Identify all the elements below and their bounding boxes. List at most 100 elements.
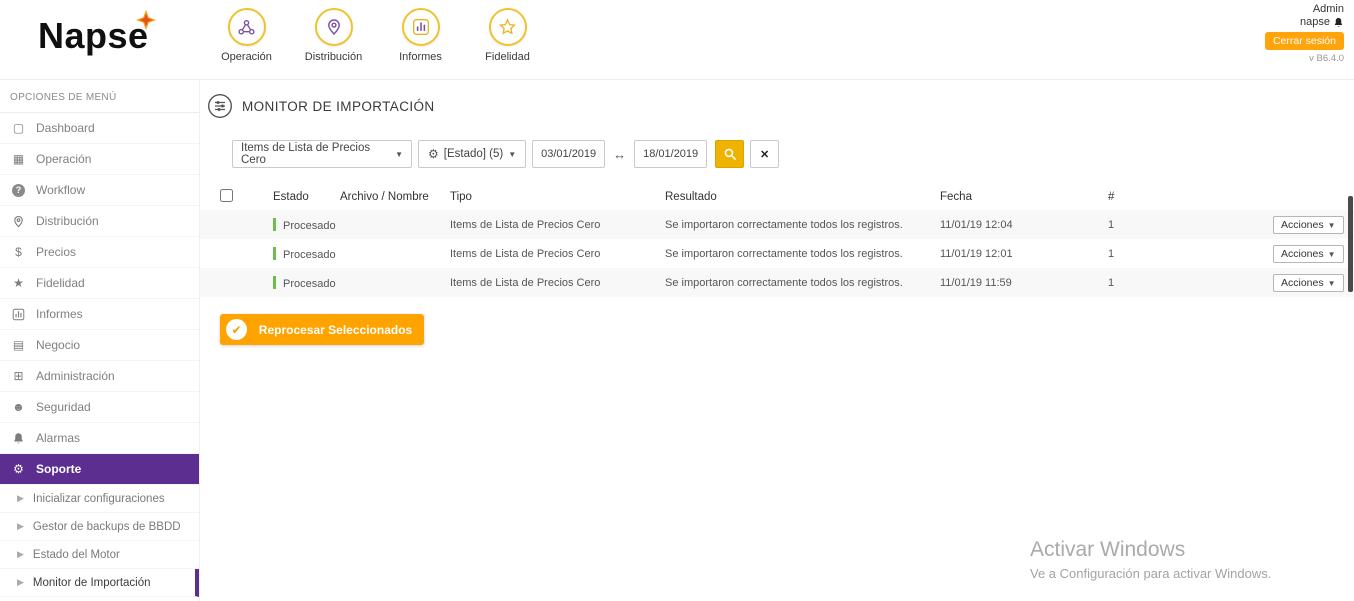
estado-cell: Procesado <box>273 247 340 261</box>
napse-logo[interactable]: Napse <box>38 18 171 54</box>
sidebar-item-label: Fidelidad <box>36 276 85 290</box>
user-name: Admin <box>1265 3 1344 15</box>
column-header-archivo: Archivo / Nombre <box>340 191 450 203</box>
sidebar-item-workflow[interactable]: ? Workflow <box>0 175 199 206</box>
import-table: Estado Archivo / Nombre Tipo Resultado F… <box>200 184 1354 297</box>
resultado-cell: Se importaron correctamente todos los re… <box>665 219 940 231</box>
sidebar-item-dashboard[interactable]: ▢ Dashboard <box>0 113 199 144</box>
sidebar-item-label: Administración <box>36 369 115 383</box>
check-circle-icon: ✔ <box>226 319 247 340</box>
sidebar-title: OPCIONES DE MENÚ <box>0 80 199 113</box>
page-title-row: MONITOR DE IMPORTACIÓN <box>207 93 1354 119</box>
acciones-button[interactable]: Acciones▼ <box>1273 216 1344 234</box>
sidebar: OPCIONES DE MENÚ ▢ Dashboard ▦ Operación… <box>0 80 200 601</box>
tipo-cell: Items de Lista de Precios Cero <box>450 219 665 231</box>
acciones-button[interactable]: Acciones▼ <box>1273 245 1344 263</box>
clear-filters-button[interactable]: ✕ <box>750 140 779 168</box>
sidebar-item-label: Negocio <box>36 338 80 352</box>
estado-filter-button[interactable]: ⚙ [Estado] (5) ▼ <box>418 140 526 168</box>
estado-cell: Procesado <box>273 218 340 232</box>
sidebar-item-label: Alarmas <box>36 431 80 445</box>
estado-filter-label: [Estado] (5) <box>444 148 503 160</box>
tipo-cell: Items de Lista de Precios Cero <box>450 248 665 260</box>
sidebar-item-negocio[interactable]: ▤ Negocio <box>0 330 199 361</box>
sidebar-item-label: Soporte <box>36 462 81 476</box>
sidebar-item-label: Seguridad <box>36 400 91 414</box>
resultado-cell: Se importaron correctamente todos los re… <box>665 248 940 260</box>
sidebar-item-label: Precios <box>36 245 76 259</box>
left-right-arrow-icon: ↔ <box>613 147 626 162</box>
logout-button[interactable]: Cerrar sesión <box>1265 32 1344 50</box>
status-green-bar <box>273 218 276 231</box>
import-type-select[interactable]: Items de Lista de Precios Cero ▼ <box>232 140 412 168</box>
monitor-icon: ▢ <box>10 121 27 135</box>
module-operacion[interactable]: Operación <box>203 8 290 63</box>
sidebar-subitem-gestor-backups-bbdd[interactable]: ▶ Gestor de backups de BBDD <box>0 513 199 541</box>
sidebar-subitem-label: Monitor de Importación <box>33 577 151 589</box>
module-distribucion[interactable]: Distribución <box>290 8 377 63</box>
sidebar-subitem-monitor-de-importacion[interactable]: ▶ Monitor de Importación <box>0 569 199 597</box>
main-content: MONITOR DE IMPORTACIÓN Items de Lista de… <box>200 80 1354 601</box>
account-name: napse <box>1300 16 1330 28</box>
table-row: Procesado Items de Lista de Precios Cero… <box>200 239 1354 268</box>
sidebar-item-fidelidad[interactable]: ★ Fidelidad <box>0 268 199 299</box>
sidebar-item-precios[interactable]: $ Precios <box>0 237 199 268</box>
users-icon: ☻ <box>10 400 27 414</box>
user-account[interactable]: napse <box>1265 16 1344 28</box>
bell-icon <box>10 432 27 445</box>
windows-activation-watermark: Activar Windows Ve a Configuración para … <box>1030 538 1271 581</box>
column-header-estado: Estado <box>273 191 340 203</box>
sidebar-item-label: Informes <box>36 307 83 321</box>
network-nodes-icon <box>228 8 266 46</box>
sidebar-item-informes[interactable]: Informes <box>0 299 199 330</box>
sidebar-subitem-inicializar-configuraciones[interactable]: ▶ Inicializar configuraciones <box>0 485 199 513</box>
chevron-down-icon: ▼ <box>1328 279 1336 288</box>
search-button[interactable] <box>715 140 744 168</box>
star-icon: ★ <box>10 276 27 290</box>
column-header-fecha: Fecha <box>940 191 1108 203</box>
star-icon <box>489 8 527 46</box>
date-from-input[interactable]: 03/01/2019 <box>532 140 605 168</box>
fecha-cell: 11/01/19 12:04 <box>940 219 1108 231</box>
date-to-input[interactable]: 18/01/2019 <box>634 140 707 168</box>
vertical-scrollbar-thumb[interactable] <box>1348 196 1353 292</box>
sidebar-subitem-estado-del-motor[interactable]: ▶ Estado del Motor <box>0 541 199 569</box>
sidebar-item-alarmas[interactable]: Alarmas <box>0 423 199 454</box>
bar-chart-icon <box>10 308 27 321</box>
num-cell: 1 <box>1108 277 1273 289</box>
watermark-subtitle: Ve a Configuración para activar Windows. <box>1030 566 1271 581</box>
close-icon: ✕ <box>760 148 769 161</box>
sidebar-item-soporte[interactable]: ⚙ Soporte <box>0 454 199 485</box>
page-title: MONITOR DE IMPORTACIÓN <box>242 99 435 114</box>
sidebar-item-distribucion[interactable]: Distribución <box>0 206 199 237</box>
module-informes[interactable]: Informes <box>377 8 464 63</box>
chevron-right-icon: ▶ <box>17 521 24 532</box>
gear-icon: ⚙ <box>428 147 439 161</box>
resultado-cell: Se importaron correctamente todos los re… <box>665 277 940 289</box>
sidebar-item-administracion[interactable]: ⊞ Administración <box>0 361 199 392</box>
ledger-icon: ▤ <box>10 338 27 352</box>
module-label: Fidelidad <box>464 51 551 63</box>
sidebar-item-label: Distribución <box>36 214 99 228</box>
select-all-checkbox[interactable] <box>220 189 233 202</box>
sidebar-item-operacion[interactable]: ▦ Operación <box>0 144 199 175</box>
sidebar-item-label: Workflow <box>36 183 85 197</box>
module-label: Operación <box>203 51 290 63</box>
column-header-tipo: Tipo <box>450 191 665 203</box>
select-value: Items de Lista de Precios Cero <box>241 142 395 166</box>
bar-chart-icon <box>402 8 440 46</box>
fecha-cell: 11/01/19 11:59 <box>940 277 1108 289</box>
filter-bar: Items de Lista de Precios Cero ▼ ⚙ [Esta… <box>232 140 1354 168</box>
user-box: Admin napse Cerrar sesión v B6.4.0 <box>1265 3 1344 64</box>
table-header-row: Estado Archivo / Nombre Tipo Resultado F… <box>200 184 1354 210</box>
column-header-num: # <box>1108 191 1273 203</box>
calendar-icon: ⊞ <box>10 369 27 383</box>
sidebar-subitem-label: Gestor de backups de BBDD <box>33 521 181 533</box>
reprocess-selected-button[interactable]: ✔ Reprocesar Seleccionados <box>220 314 424 345</box>
sidebar-item-seguridad[interactable]: ☻ Seguridad <box>0 392 199 423</box>
module-fidelidad[interactable]: Fidelidad <box>464 8 551 63</box>
sidebar-item-label: Dashboard <box>36 121 95 135</box>
chevron-down-icon: ▼ <box>395 150 403 159</box>
logo-text: Napse <box>38 18 149 54</box>
acciones-button[interactable]: Acciones▼ <box>1273 274 1344 292</box>
